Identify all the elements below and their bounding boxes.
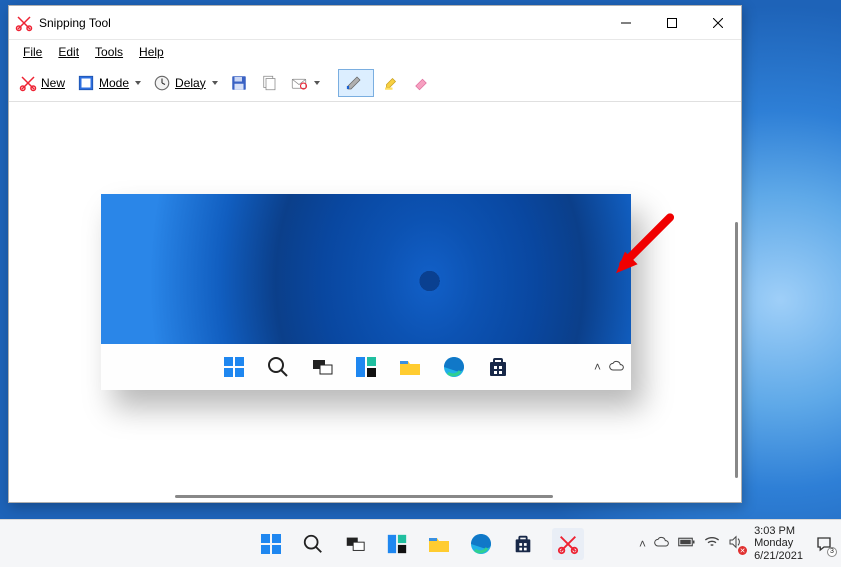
- start-button[interactable]: [258, 531, 284, 557]
- pen-icon: [345, 74, 363, 92]
- mode-button[interactable]: Mode: [73, 69, 145, 97]
- menu-edit[interactable]: Edit: [50, 42, 87, 62]
- widgets-icon: [354, 355, 378, 379]
- clock[interactable]: 3:03 PM Monday 6/21/2021: [754, 525, 803, 563]
- close-button[interactable]: [695, 6, 741, 39]
- search-icon: [266, 355, 290, 379]
- highlighter-button[interactable]: [378, 69, 404, 97]
- maximize-button[interactable]: [649, 6, 695, 39]
- chevron-up-icon: ˄: [594, 360, 601, 374]
- taskbar-right: ˄ ✕ 3:03 PM Monday 6/21/2021 3: [639, 520, 835, 567]
- taskview-button[interactable]: [342, 531, 368, 557]
- titlebar: Snipping Tool: [9, 6, 741, 40]
- battery-icon[interactable]: [678, 536, 696, 551]
- window-title: Snipping Tool: [39, 16, 111, 30]
- snip-taskbar-region: ˄: [101, 344, 631, 390]
- chevron-down-icon: [314, 81, 320, 85]
- store-button[interactable]: [510, 531, 536, 557]
- notifications-button[interactable]: 3: [813, 533, 835, 555]
- mode-label: Mode: [99, 76, 129, 90]
- highlighter-icon: [382, 74, 400, 92]
- menu-file[interactable]: File: [15, 42, 50, 62]
- save-icon: [230, 74, 248, 92]
- clock-icon: [153, 74, 171, 92]
- store-icon: [486, 355, 510, 379]
- scissors-icon: [19, 74, 37, 92]
- eraser-button[interactable]: [408, 69, 434, 97]
- onedrive-icon[interactable]: [654, 536, 670, 551]
- os-taskbar: ˄ ✕ 3:03 PM Monday 6/21/2021 3: [0, 519, 841, 567]
- clock-date: 6/21/2021: [754, 550, 803, 563]
- toolbar: New Mode Delay: [9, 64, 741, 102]
- menu-bar: File Edit Tools Help: [9, 40, 741, 64]
- captured-snip: ˄: [101, 194, 631, 390]
- snip-wallpaper-region: [101, 194, 631, 344]
- snipping-tool-taskbar-button[interactable]: [552, 528, 584, 560]
- copy-button[interactable]: [256, 69, 282, 97]
- new-label: New: [41, 76, 65, 90]
- volume-icon[interactable]: ✕: [728, 535, 744, 552]
- horizontal-scrollbar[interactable]: [175, 495, 553, 498]
- clock-day: Monday: [754, 537, 803, 550]
- minimize-button[interactable]: [603, 6, 649, 39]
- wifi-icon[interactable]: [704, 535, 720, 552]
- snip-canvas[interactable]: ˄: [9, 102, 741, 502]
- widgets-button[interactable]: [384, 531, 410, 557]
- mode-icon: [77, 74, 95, 92]
- chevron-down-icon: [135, 81, 141, 85]
- chevron-down-icon: [212, 81, 218, 85]
- snipping-tool-icon: [15, 14, 33, 32]
- vertical-scrollbar[interactable]: [735, 222, 738, 478]
- system-tray[interactable]: ˄ ✕: [639, 535, 744, 552]
- menu-tools[interactable]: Tools: [87, 42, 131, 62]
- edge-icon: [442, 355, 466, 379]
- delay-label: Delay: [175, 76, 206, 90]
- edge-button[interactable]: [468, 531, 494, 557]
- chevron-up-icon[interactable]: ˄: [639, 537, 646, 551]
- eraser-icon: [412, 74, 430, 92]
- clock-time: 3:03 PM: [754, 525, 803, 538]
- start-icon: [222, 355, 246, 379]
- explorer-button[interactable]: [426, 531, 452, 557]
- mail-icon: [290, 74, 308, 92]
- save-button[interactable]: [226, 69, 252, 97]
- notif-badge: 3: [827, 547, 837, 557]
- search-button[interactable]: [300, 531, 326, 557]
- taskview-icon: [310, 355, 334, 379]
- delay-button[interactable]: Delay: [149, 69, 222, 97]
- explorer-icon: [398, 355, 422, 379]
- new-button[interactable]: New: [15, 69, 69, 97]
- send-button[interactable]: [286, 69, 324, 97]
- onedrive-icon: [609, 360, 625, 375]
- menu-help[interactable]: Help: [131, 42, 172, 62]
- taskbar-center-apps: [258, 528, 584, 560]
- pen-button[interactable]: [338, 69, 374, 97]
- snipping-tool-window: Snipping Tool File Edit Tools Help New: [8, 5, 742, 503]
- copy-icon: [260, 74, 278, 92]
